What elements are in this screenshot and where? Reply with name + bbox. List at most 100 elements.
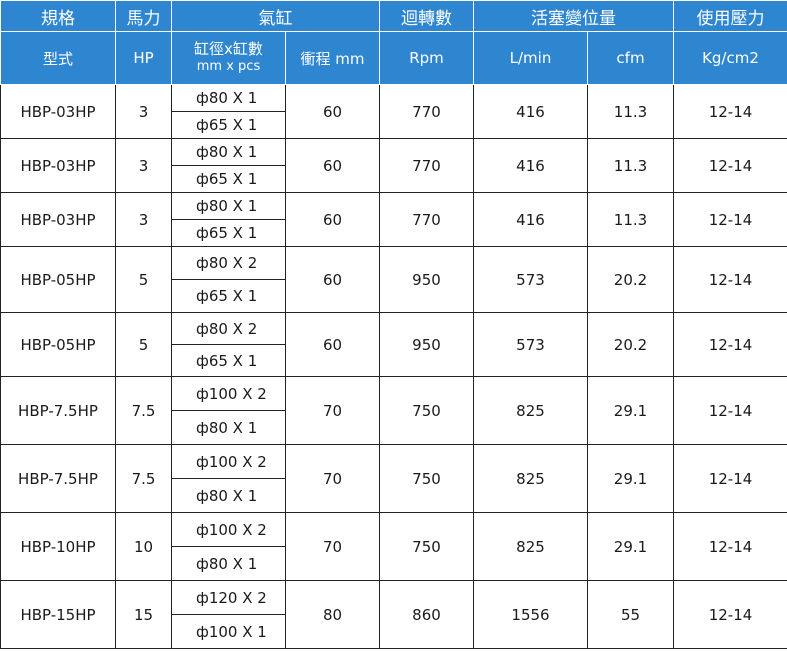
cell-cfm: 11.3 [587,138,674,193]
cell-rpm: 750 [379,376,474,445]
cell-stroke: 60 [285,138,380,193]
table-row: HBP-7.5HP 7.5 ф100 X 2 70 750 825 29.1 12-14 [0,444,787,513]
cell-cylinder-primary: ф80 X 1 [171,84,286,112]
cell-cfm: 20.2 [587,312,674,377]
table-row: HBP-15HP 15 ф120 X 2 80 860 1556 55 12-14 [0,580,787,649]
cell-hp: 7.5 [115,444,172,513]
cell-cfm: 11.3 [587,84,674,139]
cell-lmin: 825 [473,444,588,513]
cell-stroke: 60 [285,84,380,139]
cell-model: HBP-05HP [0,312,116,377]
cell-lmin: 825 [473,376,588,445]
cell-pressure: 12-14 [673,512,787,581]
table-row: HBP-7.5HP 7.5 ф100 X 2 70 750 825 29.1 12-14 [0,376,787,445]
cell-lmin: 416 [473,138,588,193]
cell-cylinder-secondary: ф65 X 1 [171,279,286,313]
header-displacement: 活塞變位量 [473,0,674,32]
cell-pressure: 12-14 [673,444,787,513]
cell-model: HBP-7.5HP [0,376,116,445]
header-bore-count-label: 缸徑x缸數 [194,40,263,58]
cell-model: HBP-03HP [0,192,116,247]
cell-pressure: 12-14 [673,246,787,313]
cell-lmin: 416 [473,84,588,139]
spec-table: 規格 馬力 氣缸 迴轉數 活塞變位量 使用壓力 型式 HP 缸徑x缸數 mm x… [0,0,787,649]
cell-pressure: 12-14 [673,312,787,377]
cell-pressure: 12-14 [673,376,787,445]
cell-stroke: 60 [285,192,380,247]
cell-hp: 3 [115,84,172,139]
cell-cylinder-primary: ф80 X 1 [171,192,286,220]
header-hp: HP [115,31,172,85]
cell-lmin: 825 [473,512,588,581]
cell-pressure: 12-14 [673,84,787,139]
cell-pressure: 12-14 [673,138,787,193]
cell-rpm: 770 [379,84,474,139]
cell-cfm: 29.1 [587,512,674,581]
cell-hp: 3 [115,138,172,193]
cell-stroke: 80 [285,580,380,649]
cell-rpm: 860 [379,580,474,649]
cell-hp: 3 [115,192,172,247]
header-spec: 規格 [0,0,116,32]
cell-cylinder-secondary: ф65 X 1 [171,344,286,377]
cell-cylinder-primary: ф80 X 2 [171,246,286,280]
table-header: 規格 馬力 氣缸 迴轉數 活塞變位量 使用壓力 型式 HP 缸徑x缸數 mm x… [0,0,787,85]
cell-stroke: 70 [285,512,380,581]
cell-hp: 7.5 [115,376,172,445]
cell-cfm: 11.3 [587,192,674,247]
cell-rpm: 750 [379,444,474,513]
cell-lmin: 573 [473,246,588,313]
header-cfm: cfm [587,31,674,85]
cell-model: HBP-03HP [0,138,116,193]
cell-cylinder-secondary: ф80 X 1 [171,410,286,445]
header-stroke: 衝程 mm [285,31,380,85]
header-row-sub: 型式 HP 缸徑x缸數 mm x pcs 衝程 mm Rpm L/min cfm… [0,31,787,85]
cell-cylinder-secondary: ф80 X 1 [171,546,286,581]
cell-rpm: 750 [379,512,474,581]
cell-cfm: 55 [587,580,674,649]
cell-cylinder-secondary: ф65 X 1 [171,111,286,139]
table-row: HBP-05HP 5 ф80 X 2 60 950 573 20.2 12-14 [0,246,787,313]
header-pressure: 使用壓力 [673,0,787,32]
cell-cylinder-secondary: ф80 X 1 [171,478,286,513]
cell-cylinder-primary: ф100 X 2 [171,376,286,411]
cell-hp: 15 [115,580,172,649]
header-lmin: L/min [473,31,588,85]
cell-cylinder-secondary: ф65 X 1 [171,165,286,193]
header-bore-count: 缸徑x缸數 mm x pcs [171,31,286,85]
cell-cylinder-secondary: ф100 X 1 [171,614,286,649]
cell-stroke: 60 [285,246,380,313]
cell-hp: 5 [115,312,172,377]
cell-rpm: 950 [379,312,474,377]
cell-model: HBP-10HP [0,512,116,581]
table-row: HBP-03HP 3 ф80 X 1 60 770 416 11.3 12-14 [0,138,787,193]
cell-hp: 5 [115,246,172,313]
table-row: HBP-03HP 3 ф80 X 1 60 770 416 11.3 12-14 [0,192,787,247]
header-row-top: 規格 馬力 氣缸 迴轉數 活塞變位量 使用壓力 [0,0,787,32]
cell-pressure: 12-14 [673,192,787,247]
cell-lmin: 573 [473,312,588,377]
cell-hp: 10 [115,512,172,581]
cell-cylinder-primary: ф100 X 2 [171,444,286,479]
cell-lmin: 1556 [473,580,588,649]
cell-model: HBP-03HP [0,84,116,139]
cell-model: HBP-05HP [0,246,116,313]
cell-pressure: 12-14 [673,580,787,649]
cell-cylinder-secondary: ф65 X 1 [171,219,286,247]
cell-cylinder-primary: ф120 X 2 [171,580,286,615]
header-kgcm2: Kg/cm2 [673,31,787,85]
cell-model: HBP-15HP [0,580,116,649]
cell-rpm: 770 [379,192,474,247]
cell-cfm: 29.1 [587,444,674,513]
header-horsepower: 馬力 [115,0,172,32]
cell-cylinder-primary: ф100 X 2 [171,512,286,547]
cell-stroke: 70 [285,376,380,445]
cell-cfm: 29.1 [587,376,674,445]
cell-rpm: 950 [379,246,474,313]
cell-rpm: 770 [379,138,474,193]
cell-model: HBP-7.5HP [0,444,116,513]
header-bore-count-unit: mm x pcs [196,59,261,74]
cell-cylinder-primary: ф80 X 2 [171,312,286,345]
cell-lmin: 416 [473,192,588,247]
cell-cylinder-primary: ф80 X 1 [171,138,286,166]
